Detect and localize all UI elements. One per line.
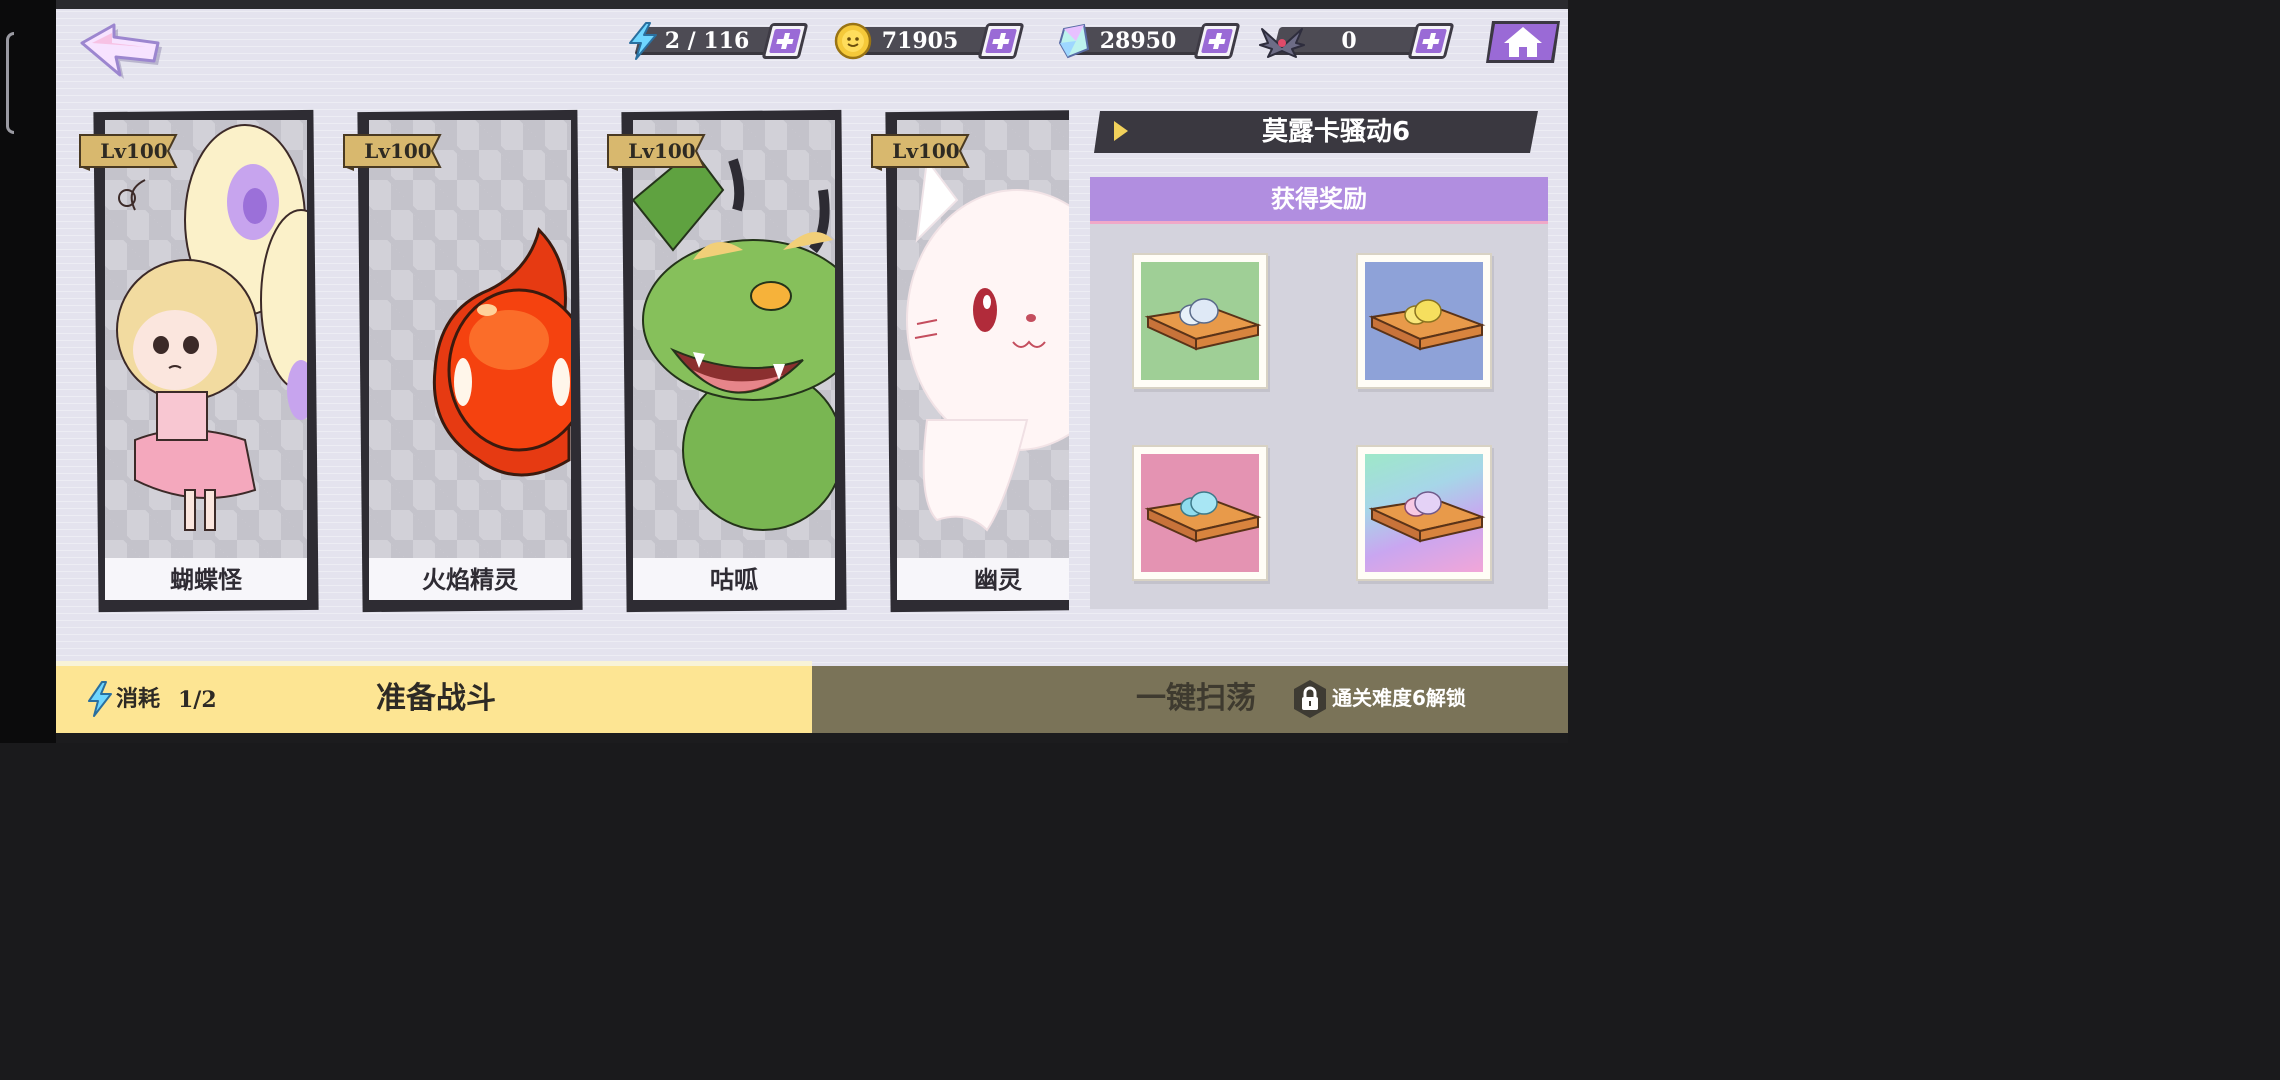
bottom-edge [56,733,1568,743]
biscuit-blue-icon [1368,299,1486,351]
level-text: Lv100 [100,139,168,163]
team-card[interactable]: 幽灵 Lv100 [871,105,1069,615]
reward-header-label: 获得奖励 [1271,185,1367,213]
unlock-hint: 通关难度6解锁 [1332,686,1466,710]
level-badge: Lv100 [340,131,444,171]
reward-item[interactable] [1356,445,1492,581]
device-bezel [0,0,56,743]
biscuit-rainbow-icon [1368,491,1486,543]
tickets-value: 0 [1341,28,1357,54]
crystals-resource: 28950 [1054,21,1241,61]
back-arrow-icon [80,23,162,79]
top-edge [56,0,1568,9]
ghost-icon [906,157,1069,532]
card-art [897,120,1069,558]
coins-resource: 71905 [834,21,1025,61]
team-cards: 蝴蝶怪 Lv100 火焰精灵 Lv100 咕呱 Lv100 幽灵 Lv100 [56,101,1069,631]
home-icon [1486,21,1560,63]
card-name: 火焰精灵 [422,566,518,594]
crystals-add-button[interactable] [1193,23,1241,59]
biscuit-pink-icon [1144,491,1262,543]
coins-value: 71905 [881,28,959,54]
card-art [105,120,307,558]
level-text: Lv100 [628,139,696,163]
team-card[interactable]: 蝴蝶怪 Lv100 [79,105,322,615]
biscuit-green-icon [1144,298,1262,351]
reward-item[interactable] [1132,445,1268,581]
coins-add-button[interactable] [977,23,1025,59]
butterfly-monster-icon [116,124,307,531]
plus-icon [1201,29,1233,53]
energy-value: 2 / 116 [664,28,750,54]
cost-label: 消耗 [116,687,161,712]
tickets-resource: 0 [1259,21,1455,61]
team-card[interactable]: 火焰精灵 Lv100 [343,105,586,615]
game-screen: 2 / 116 71905 28950 0 蝴蝶怪 Lv100 火焰精灵 Lv1… [56,9,1568,733]
cost-value: 1/2 [178,687,217,713]
tickets-add-button[interactable] [1407,23,1455,59]
home-button[interactable] [1482,17,1564,67]
level-text: Lv100 [892,139,960,163]
crystals-value: 28950 [1099,28,1177,54]
bezel-handle [6,32,14,134]
energy-add-button[interactable] [761,23,809,59]
lock-icon [1294,680,1326,718]
lightning-icon [88,681,112,717]
reward-header: 获得奖励 [1090,177,1548,224]
level-text: Lv100 [364,139,432,163]
stage-title: 莫露卡骚动6 [1261,117,1411,147]
reward-item[interactable] [1356,253,1492,389]
card-name: 蝴蝶怪 [170,566,242,594]
level-badge: Lv100 [604,131,708,171]
level-badge: Lv100 [868,131,972,171]
card-art [369,120,571,558]
level-badge: Lv100 [76,131,180,171]
reward-item[interactable] [1132,253,1268,389]
dragon-icon [633,148,835,531]
card-name: 咕呱 [710,566,758,594]
card-name: 幽灵 [974,566,1022,594]
card-art [633,120,835,558]
plus-icon [985,29,1017,53]
energy-resource: 2 / 116 [624,21,809,61]
plus-icon [769,29,801,53]
plus-icon [1415,29,1447,53]
prepare-battle-button[interactable]: 准备战斗 [316,669,556,729]
team-card[interactable]: 咕呱 Lv100 [607,105,850,615]
sweep-button[interactable]: 一键扫荡 [1096,669,1296,729]
back-button[interactable] [74,19,164,79]
fire-spirit-icon [432,227,571,477]
